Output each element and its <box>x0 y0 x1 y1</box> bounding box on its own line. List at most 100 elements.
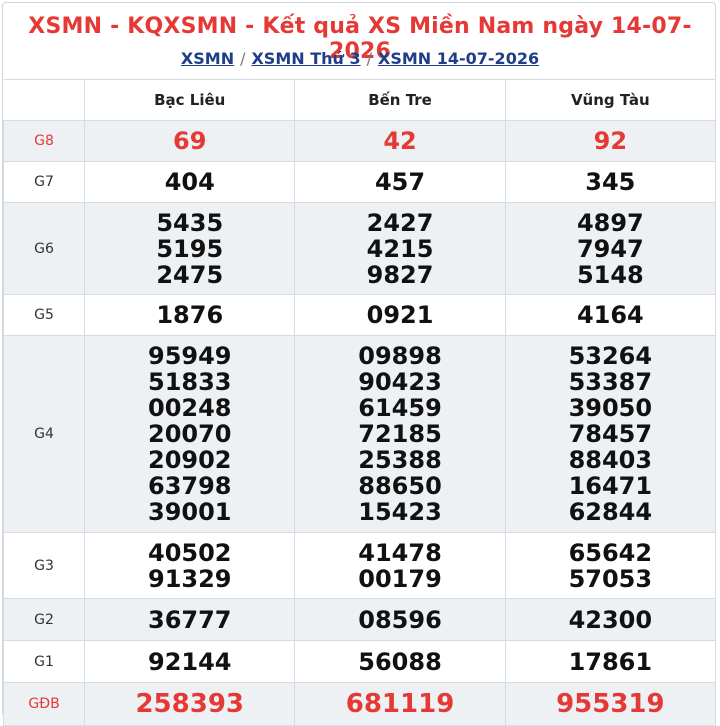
result-number: 57053 <box>568 564 653 593</box>
prize-row: G3 40502 91329 41478 00179 65642 57053 <box>2 532 717 599</box>
result-number: 42300 <box>568 605 653 634</box>
result-number: 92 <box>593 127 628 155</box>
breadcrumb-separator: / <box>240 49 246 68</box>
result-number: 88403 <box>568 446 653 474</box>
result-number: 36777 <box>148 605 232 634</box>
prize-cell: 4897 7947 5148 <box>504 202 717 295</box>
result-number: 09898 <box>358 342 442 370</box>
result-number: 65642 <box>568 538 653 567</box>
prize-cell: 56088 <box>294 640 506 683</box>
result-number: 20070 <box>148 420 232 448</box>
prize-cell: 955319 <box>504 682 717 726</box>
prize-rows: G8 69 42 92 G7 404 457 345 G6 5435 5195 2475 2427 421… <box>2 120 717 726</box>
prize-label: G4 <box>2 335 86 533</box>
prize-label: G8 <box>2 120 86 162</box>
prize-cell: 2427 4215 9827 <box>294 202 506 295</box>
result-number: 15423 <box>358 498 442 526</box>
result-number: 78457 <box>568 420 653 448</box>
result-number: 2475 <box>156 260 224 289</box>
result-number: 457 <box>374 168 426 196</box>
result-number: 0921 <box>366 301 434 329</box>
prize-cell: 42300 <box>504 598 717 641</box>
result-number: 00179 <box>358 564 442 593</box>
prize-row: G7 404 457 345 <box>2 161 717 203</box>
prize-cell: 5435 5195 2475 <box>84 202 296 295</box>
result-number: 20902 <box>148 446 232 474</box>
result-number: 92144 <box>148 647 232 676</box>
prize-label: G6 <box>2 202 86 295</box>
result-number: 681119 <box>345 689 455 719</box>
prize-cell: 42 <box>294 120 506 162</box>
prize-cell: 0921 <box>294 294 506 336</box>
result-number: 39001 <box>148 498 232 526</box>
prize-cell: 4164 <box>504 294 717 336</box>
result-number: 40502 <box>148 538 232 567</box>
result-number: 51833 <box>148 368 232 396</box>
result-number: 5148 <box>576 260 644 289</box>
prize-cell: 92144 <box>84 640 296 683</box>
province-header[interactable]: Vũng Tàu <box>504 79 717 121</box>
result-number: 345 <box>585 168 636 196</box>
result-number: 00248 <box>148 394 232 422</box>
prize-cell: 65642 57053 <box>504 532 717 599</box>
result-number: 1876 <box>156 301 224 329</box>
result-number: 69 <box>173 127 207 155</box>
prize-cell: 457 <box>294 161 506 203</box>
result-number: 4897 <box>576 208 644 237</box>
prize-label: G3 <box>2 532 86 599</box>
prize-row: G8 69 42 92 <box>2 120 717 162</box>
result-number: 955319 <box>556 689 665 719</box>
prize-cell: 09898 90423 61459 72185 25388 88650 15423 <box>294 335 506 533</box>
result-number: 53264 <box>568 342 653 370</box>
province-header-row: Bạc Liêu Bến Tre Vũng Tàu <box>3 79 717 121</box>
result-number: 88650 <box>358 472 442 500</box>
result-number: 5195 <box>156 234 224 263</box>
result-number: 16471 <box>568 472 653 500</box>
result-number: 42 <box>383 127 417 155</box>
breadcrumb-link-date[interactable]: XSMN 14-07-2026 <box>378 49 539 68</box>
prize-label: G2 <box>2 598 86 641</box>
result-number: 61459 <box>358 394 442 422</box>
prize-label: G1 <box>2 640 86 683</box>
result-number: 95949 <box>148 342 232 370</box>
province-header[interactable]: Bến Tre <box>294 79 506 121</box>
prize-cell: 53264 53387 39050 78457 88403 16471 62844 <box>504 335 717 533</box>
prize-cell: 404 <box>84 161 296 203</box>
breadcrumb-link-weekday[interactable]: XSMN Thứ 3 <box>251 49 360 68</box>
result-number: 56088 <box>358 647 442 676</box>
result-number: 91329 <box>148 564 232 593</box>
prize-row: GĐB 258393 681119 955319 <box>2 682 717 726</box>
prize-cell: 36777 <box>84 598 296 641</box>
result-number: 2427 <box>366 208 434 237</box>
result-number: 7947 <box>576 234 644 263</box>
prize-cell: 95949 51833 00248 20070 20902 63798 39001 <box>84 335 296 533</box>
prize-cell: 41478 00179 <box>294 532 506 599</box>
prize-label: GĐB <box>2 682 86 726</box>
prize-row: G2 36777 08596 42300 <box>2 598 717 641</box>
result-number: 72185 <box>358 420 442 448</box>
breadcrumb-link-xsmn[interactable]: XSMN <box>181 49 234 68</box>
result-number: 9827 <box>366 260 434 289</box>
prize-column-header <box>3 79 86 121</box>
prize-cell: 681119 <box>294 682 506 726</box>
result-number: 63798 <box>148 472 232 500</box>
result-number: 258393 <box>135 689 245 719</box>
prize-row: G6 5435 5195 2475 2427 4215 9827 4897 7947 5148 <box>2 202 717 295</box>
result-number: 4215 <box>366 234 434 263</box>
breadcrumb: XSMN / XSMN Thứ 3 / XSMN 14-07-2026 <box>0 49 720 68</box>
prize-cell: 345 <box>504 161 717 203</box>
prize-cell: 40502 91329 <box>84 532 296 599</box>
prize-cell: 69 <box>84 120 296 162</box>
prize-label: G5 <box>2 294 86 336</box>
province-header[interactable]: Bạc Liêu <box>84 79 296 121</box>
result-number: 53387 <box>568 368 653 396</box>
prize-row: G5 1876 0921 4164 <box>2 294 717 336</box>
result-number: 25388 <box>358 446 442 474</box>
prize-label: G7 <box>2 161 86 203</box>
prize-row: G1 92144 56088 17861 <box>2 640 717 683</box>
result-number: 08596 <box>358 605 442 634</box>
prize-cell: 17861 <box>504 640 717 683</box>
result-number: 41478 <box>358 538 442 567</box>
result-number: 404 <box>164 168 215 196</box>
result-number: 4164 <box>576 301 644 329</box>
